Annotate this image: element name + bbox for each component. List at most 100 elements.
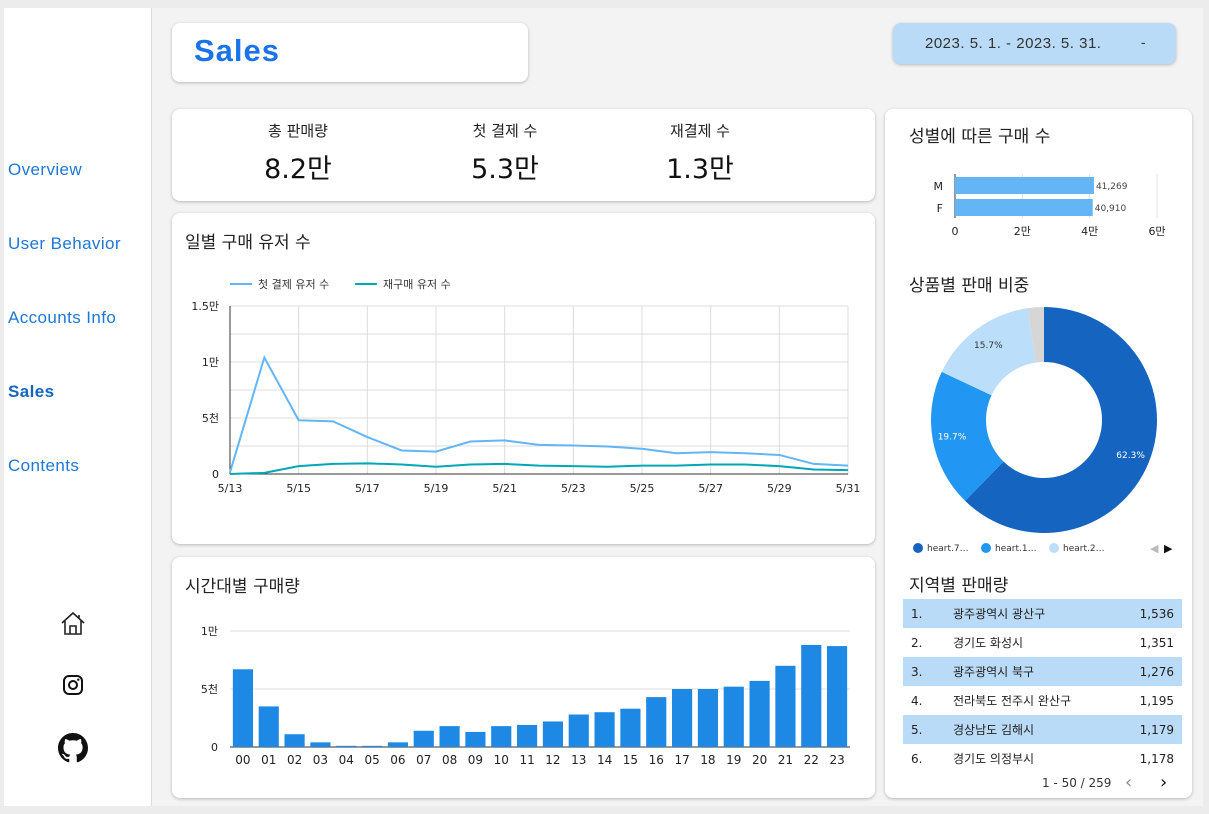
- x-tick-label: 00: [235, 753, 250, 767]
- x-tick-label: 13: [571, 753, 586, 767]
- x-tick-label: 07: [416, 753, 431, 767]
- next-page-button[interactable]: ›: [1160, 772, 1167, 793]
- kpi-repayments: 재결제 수 1.3만: [620, 120, 780, 186]
- bar: [387, 742, 408, 747]
- row-value: 1,178: [1139, 751, 1174, 766]
- home-icon[interactable]: [58, 608, 88, 638]
- kpi-value: 8.2만: [264, 154, 332, 185]
- table-row[interactable]: 5. 경상남도 김해시 1,179: [903, 715, 1182, 744]
- x-tick-label: 6만: [1148, 225, 1165, 238]
- row-value: 1,179: [1139, 722, 1174, 737]
- x-tick-label: 0: [952, 225, 959, 238]
- x-tick-label: 5/21: [492, 482, 517, 495]
- daily-users-card: 일별 구매 유저 수 0 5천 1만 1.5만 5/13 5/15 5/17 5/19 5/21…: [172, 213, 875, 544]
- x-tick-label: 05: [364, 753, 379, 767]
- slice-label: 19.7%: [938, 433, 967, 443]
- y-tick-label: 0: [211, 741, 218, 754]
- x-tick-label: 5/15: [286, 482, 311, 495]
- x-tick-label: 09: [468, 753, 483, 767]
- row-rank: 6.: [911, 751, 923, 766]
- row-value: 1,536: [1139, 606, 1174, 621]
- x-tick-label: 5/25: [630, 482, 655, 495]
- x-tick-label: 04: [339, 753, 354, 767]
- y-tick-label: 5천: [202, 411, 219, 425]
- legend-swatch: [981, 543, 991, 553]
- bar: [439, 726, 460, 747]
- date-range-selector[interactable]: 2023. 5. 1. - 2023. 5. 31. -: [893, 23, 1176, 64]
- sidebar-item-accounts-info[interactable]: Accounts Info: [8, 308, 116, 328]
- page-title: Sales: [194, 33, 281, 68]
- bar: [646, 697, 667, 747]
- x-tick-label: 02: [287, 753, 302, 767]
- hourly-sales-card: 시간대별 구매량 0 5천 1만 00 01 02 03 04 05 06 07 08 09 10 11 12…: [172, 557, 875, 798]
- legend-label: heart.1…: [995, 544, 1037, 554]
- row-rank: 3.: [911, 664, 923, 679]
- date-range-text: 2023. 5. 1. - 2023. 5. 31.: [925, 35, 1102, 52]
- kpi-value: 1.3만: [666, 154, 734, 185]
- prev-page-button[interactable]: ‹: [1125, 772, 1132, 793]
- bar: [620, 708, 641, 747]
- row-region: 광주광역시 광산구: [953, 607, 1046, 621]
- github-icon[interactable]: [58, 733, 88, 763]
- kpi-label: 첫 결제 수: [472, 122, 538, 140]
- title-card: Sales: [172, 23, 528, 82]
- sidebar-item-contents[interactable]: Contents: [8, 456, 79, 476]
- table-row[interactable]: 3. 광주광역시 북구 1,276: [903, 657, 1182, 686]
- x-tick-label: 5/17: [355, 482, 380, 495]
- x-tick-label: 19: [726, 753, 741, 767]
- bar: [672, 689, 693, 747]
- x-tick-label: 03: [313, 753, 328, 767]
- table-row[interactable]: 4. 전라북도 전주시 완산구 1,195: [903, 686, 1182, 715]
- sidebar-item-overview[interactable]: Overview: [8, 160, 82, 180]
- x-tick-label: 18: [700, 753, 715, 767]
- sidebar-item-user-behavior[interactable]: User Behavior: [8, 234, 121, 254]
- bar: [413, 730, 434, 747]
- y-tick-label: 1.5만: [191, 300, 219, 313]
- x-tick-label: 5/23: [561, 482, 586, 495]
- x-tick-label: 14: [597, 753, 612, 767]
- legend-prev-button[interactable]: ◀: [1150, 542, 1159, 555]
- x-tick-label: 5/29: [767, 482, 792, 495]
- bar: [827, 646, 848, 747]
- bar: [491, 726, 512, 747]
- table-row[interactable]: 1. 광주광역시 광산구 1,536: [903, 599, 1182, 628]
- bar: [362, 745, 383, 747]
- x-tick-label: 5/27: [698, 482, 723, 495]
- bar: [542, 721, 563, 747]
- legend-next-button[interactable]: ▶: [1164, 542, 1173, 555]
- gender-bar-chart: 0 2만 4만 6만 M 41,269 F 40,910: [934, 174, 1166, 238]
- x-tick-label: 11: [519, 753, 534, 767]
- instagram-icon[interactable]: [58, 670, 88, 700]
- x-tick-label: 4만: [1081, 225, 1098, 238]
- x-tick-label: 5/31: [836, 482, 861, 495]
- y-tick-label: 1만: [202, 356, 219, 369]
- category-label: M: [934, 180, 944, 193]
- data-label: 40,910: [1095, 204, 1127, 214]
- row-region: 경기도 의정부시: [953, 752, 1035, 766]
- bar: [955, 177, 1094, 194]
- sidebar-item-sales[interactable]: Sales: [8, 382, 54, 402]
- legend-swatch: [1049, 543, 1059, 553]
- bar: [258, 706, 279, 747]
- x-tick-label: 15: [623, 753, 638, 767]
- x-tick-label: 17: [674, 753, 689, 767]
- legend-swatch: [913, 543, 923, 553]
- x-tick-label: 16: [649, 753, 664, 767]
- row-value: 1,351: [1139, 635, 1174, 650]
- row-region: 경기도 화성시: [953, 636, 1024, 650]
- legend-label: 재구매 유저 수: [383, 278, 451, 291]
- table-row[interactable]: 6. 경기도 의정부시 1,178: [903, 744, 1182, 773]
- row-value: 1,195: [1139, 693, 1174, 708]
- slice-label: 15.7%: [974, 341, 1003, 351]
- bar: [775, 665, 796, 747]
- legend-label: heart.2…: [1063, 544, 1105, 554]
- table-row[interactable]: 2. 경기도 화성시 1,351: [903, 628, 1182, 657]
- bar: [697, 689, 718, 747]
- category-label: F: [937, 202, 943, 215]
- row-rank: 2.: [911, 635, 923, 650]
- bar: [801, 644, 822, 747]
- product-share-donut-chart: 62.3% 19.7% 15.7% heart.7… heart.1… heart.2… ◀…: [913, 307, 1173, 555]
- x-tick-label: 22: [804, 753, 819, 767]
- bar: [517, 724, 538, 747]
- row-rank: 5.: [911, 722, 923, 737]
